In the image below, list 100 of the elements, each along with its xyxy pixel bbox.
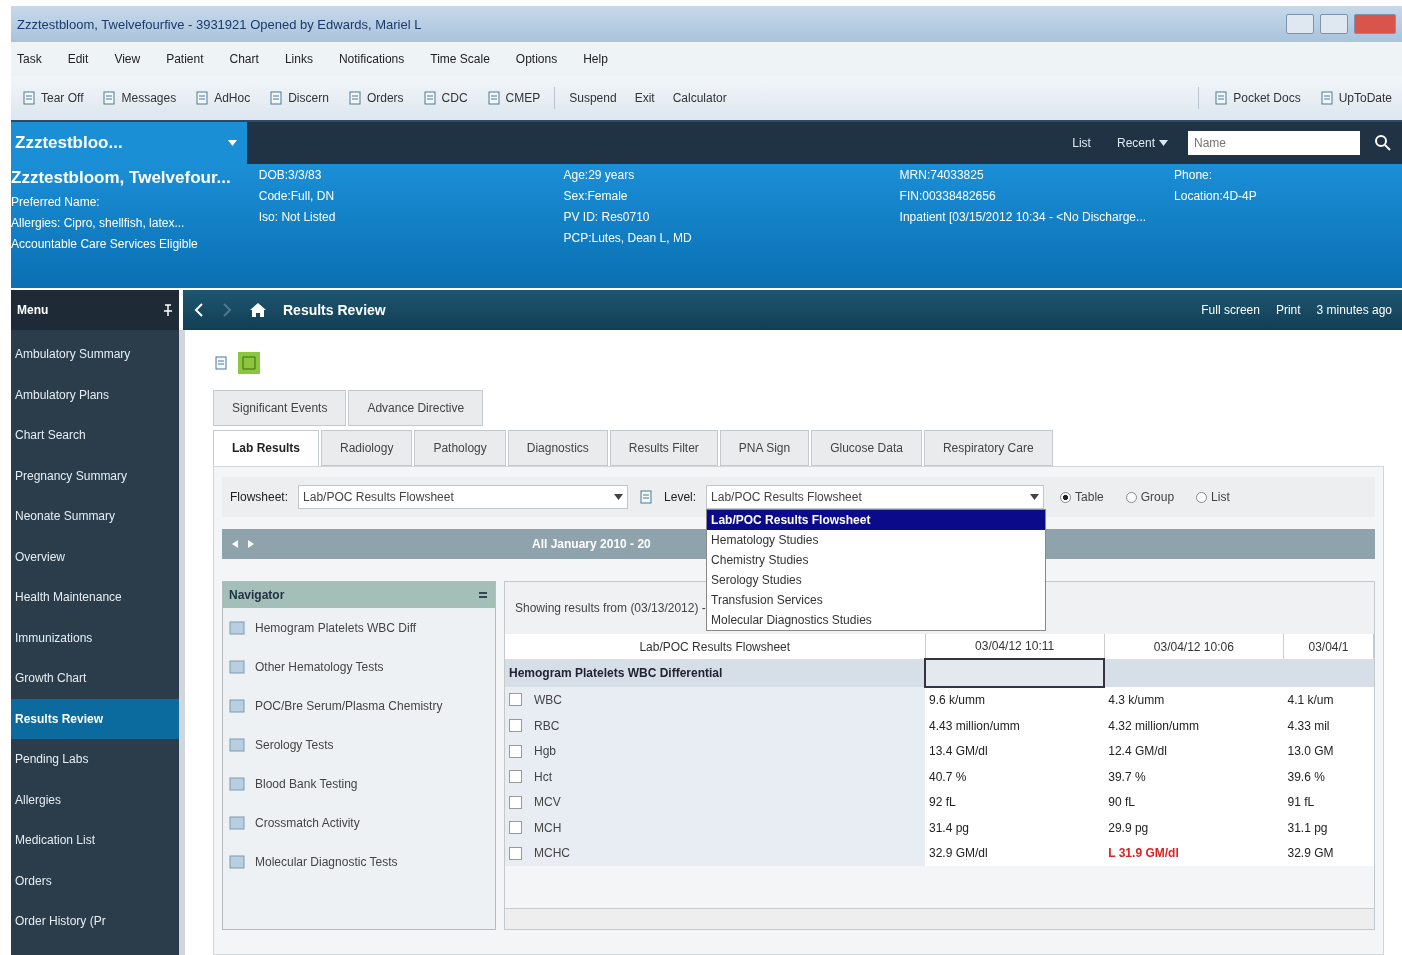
dropdown-option[interactable]: Lab/POC Results Flowsheet	[707, 510, 1046, 530]
checkbox[interactable]	[509, 795, 522, 809]
toolbar-button[interactable]: 3 minutes ago	[1316, 303, 1392, 317]
previous-icon[interactable]	[230, 539, 240, 549]
level-dropdown[interactable]: Lab/POC Results Flowsheet	[706, 485, 1045, 509]
search-icon[interactable]	[1374, 134, 1392, 152]
caret-icon[interactable]	[614, 494, 624, 500]
menu-item[interactable]: Links	[284, 52, 313, 66]
result-value: 29.9 pg	[1108, 820, 1149, 835]
tab[interactable]: Advance Directive	[348, 390, 484, 426]
checkbox[interactable]	[509, 821, 522, 835]
tab[interactable]: Pathology	[414, 430, 506, 466]
toolbar-button[interactable]: Exit	[630, 89, 659, 107]
menu-item[interactable]: Time Scale	[430, 52, 490, 66]
sidebar-item[interactable]: Orders	[11, 860, 179, 901]
back-icon[interactable]	[193, 302, 205, 318]
sidebar-item[interactable]: Pregnancy Summary	[11, 455, 179, 496]
tab[interactable]: Respiratory Care	[923, 430, 1053, 466]
navigator-item[interactable]: Serology Tests	[223, 725, 495, 764]
checkbox[interactable]	[509, 744, 522, 758]
tab[interactable]: Lab Results	[213, 430, 319, 466]
result-value: 32.9 GM/dl	[929, 846, 988, 861]
sidebar-item[interactable]: Chart Search	[11, 415, 179, 456]
navigator-item[interactable]: Crossmatch Activity	[223, 803, 495, 842]
pin-icon[interactable]	[163, 304, 173, 316]
minimize-button[interactable]	[1286, 14, 1314, 34]
home-icon[interactable]	[249, 302, 267, 318]
result-name: MCV	[534, 795, 561, 810]
menu-item[interactable]: Notifications	[338, 52, 405, 66]
navigator-item[interactable]: Blood Bank Testing	[223, 764, 495, 803]
sidebar-item[interactable]: Results Review	[11, 698, 179, 739]
spreadsheet-icon[interactable]	[237, 351, 261, 375]
menu-item[interactable]: View	[114, 52, 141, 66]
toolbar-button[interactable]: AdHoc	[190, 88, 255, 108]
sidebar-item[interactable]: Allergies	[11, 779, 179, 820]
menu-item[interactable]: Patient	[166, 52, 204, 66]
navigator-item[interactable]: POC/Bre Serum/Plasma Chemistry	[223, 686, 495, 725]
result-value: 4.32 million/umm	[1108, 718, 1199, 733]
sidebar-item[interactable]: Health Maintenance	[11, 577, 179, 618]
maximize-button[interactable]	[1320, 14, 1348, 34]
recent-dropdown[interactable]: Recent	[1110, 135, 1174, 151]
patient-dropdown[interactable]: Zzztestbloo...	[11, 122, 247, 164]
tab[interactable]: Radiology	[321, 430, 413, 466]
menu-item[interactable]: Edit	[67, 52, 89, 66]
checkbox[interactable]	[509, 846, 522, 860]
sidebar-item[interactable]: Neonate Summary	[11, 496, 179, 537]
caret-icon[interactable]	[1030, 494, 1040, 500]
navigator-item[interactable]: Hemogram Platelets WBC Diff	[223, 608, 495, 647]
result-name: RBC	[534, 718, 560, 733]
sidebar-item[interactable]: Medication List	[11, 820, 179, 861]
flowsheet-dropdown[interactable]: Lab/POC Results Flowsheet	[298, 485, 629, 509]
toolbar-button[interactable]: Print	[1275, 303, 1301, 317]
toolbar-button[interactable]: Calculator	[668, 89, 731, 107]
toolbar-button[interactable]: Discern	[264, 88, 333, 108]
menu-item[interactable]: Chart	[229, 52, 259, 66]
radio-button[interactable]: List	[1190, 489, 1236, 505]
toolbar-button[interactable]: Full screen	[1201, 303, 1260, 317]
checkbox[interactable]	[509, 693, 522, 707]
collapse-icon[interactable]	[477, 589, 489, 601]
toolbar-button[interactable]: CDC	[417, 88, 472, 108]
sidebar-item[interactable]: Ambulatory Summary	[11, 334, 179, 375]
tab[interactable]: PNA Sign	[719, 430, 810, 466]
toolbar-button[interactable]: Tear Off	[17, 88, 88, 108]
menu-item[interactable]: Help	[583, 52, 608, 66]
horizontal-scrollbar[interactable]	[505, 908, 1374, 929]
radio-button[interactable]: Table	[1054, 489, 1110, 505]
checkbox[interactable]	[509, 719, 522, 733]
radio-button[interactable]: Group	[1119, 489, 1181, 505]
banner-text: Allergies: Cipro, shellfish, latex...	[11, 216, 186, 230]
search-field[interactable]: Name	[1188, 131, 1360, 155]
result-value: 91 fL	[1287, 795, 1315, 810]
sidebar-item[interactable]: Ambulatory Plans	[11, 374, 179, 415]
toolbar-button[interactable]: Pocket Docs	[1209, 88, 1305, 108]
menu-item[interactable]: Task	[17, 52, 42, 66]
checkbox[interactable]	[509, 770, 522, 784]
tab[interactable]: Significant Events	[213, 390, 347, 426]
banner-text: PCP:Lutes, Dean L, MD	[563, 231, 692, 245]
sidebar-item[interactable]: Pending Labs	[11, 739, 179, 780]
menu-item[interactable]: Options	[515, 52, 558, 66]
banner-text: Zzztestbloom, Twelvefour...	[11, 168, 231, 188]
sidebar-item[interactable]: Order History (Pr	[11, 901, 179, 942]
navigator-item[interactable]: Molecular Diagnostic Tests	[223, 842, 495, 881]
result-value: 13.0 GM	[1287, 744, 1334, 759]
toolbar-button[interactable]: UpToDate	[1314, 88, 1396, 108]
toolbar-button[interactable]: Messages	[97, 88, 181, 108]
tab[interactable]: Diagnostics	[507, 430, 608, 466]
selected-cell[interactable]	[925, 659, 1105, 687]
tab[interactable]: Glucose Data	[811, 430, 922, 466]
forward-icon[interactable]	[221, 302, 233, 318]
list-link[interactable]: List	[1066, 135, 1097, 151]
sidebar-item[interactable]: Immunizations	[11, 617, 179, 658]
toolbar-button[interactable]: CMEP	[481, 88, 545, 108]
sidebar-item[interactable]: Growth Chart	[11, 658, 179, 699]
caret-icon[interactable]	[1159, 140, 1168, 146]
next-icon[interactable]	[246, 539, 256, 549]
toolbar-button[interactable]: Suspend	[565, 89, 621, 107]
sidebar-item[interactable]: Overview	[11, 536, 179, 577]
tab[interactable]: Results Filter	[609, 430, 718, 466]
toolbar-button[interactable]: Orders	[342, 88, 408, 108]
navigator-item[interactable]: Other Hematology Tests	[223, 647, 495, 686]
